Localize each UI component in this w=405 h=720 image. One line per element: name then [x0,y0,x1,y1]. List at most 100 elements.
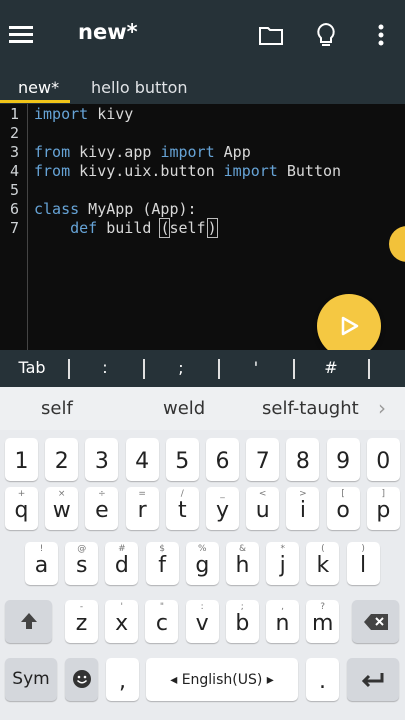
key-v[interactable]: :v [185,600,219,643]
key-c-label: c [155,611,168,636]
key-m-label: m [311,611,334,636]
key-a[interactable]: ! a [25,542,58,585]
key-3[interactable]: 3 [85,438,119,481]
keyword: import [223,162,278,180]
divider [143,359,145,379]
key-x[interactable]: ' x [105,600,139,643]
key-s[interactable]: @ s [65,542,99,585]
key-1[interactable]: 1 [5,438,38,481]
key-0[interactable]: 0 [366,438,400,481]
matched-bracket: ) [206,218,218,238]
key-m[interactable]: ? m [306,600,340,643]
key-g[interactable]: % g [185,542,219,585]
key-n[interactable]: ,n [266,600,299,643]
code-text: kivy [88,105,134,123]
key-o[interactable]: [o [326,487,360,530]
period-key[interactable]: . [306,658,339,701]
key-c[interactable]: " c [145,600,179,643]
key-o-label: o [336,498,350,523]
code-text: App [214,143,251,161]
key-6[interactable]: 6 [206,438,239,481]
key-7[interactable]: 7 [246,438,280,481]
key-i[interactable]: > i [286,487,320,530]
key-q-label: q [14,498,29,523]
sym-key[interactable]: Sym [5,658,57,701]
key-q[interactable]: + q [5,487,38,530]
symbol-key-quote[interactable]: ' [241,358,271,377]
divider [68,359,70,379]
key-p[interactable]: ] p [366,487,400,530]
line-number: 5 [10,181,20,199]
key-u-label: u [255,498,270,523]
keyword: from [34,143,71,161]
key-e[interactable]: ÷ e [85,487,119,530]
more-vert-icon[interactable] [366,20,396,50]
key-d[interactable]: # d [105,542,139,585]
key-8-label: 8 [295,449,310,474]
key-j[interactable]: * j [266,542,300,585]
code-line-1: import kivy [34,105,133,123]
line-number: 2 [10,124,20,142]
symbol-key-hash[interactable]: # [316,358,346,377]
suggestion-item[interactable]: self-taught [262,398,359,419]
key-l[interactable]: ) l [346,542,380,585]
key-7-label: 7 [255,449,270,474]
run-button[interactable] [317,294,381,358]
app-bar: new* [0,0,405,70]
divider [218,359,220,379]
keyword: import [34,105,89,123]
key-z-label: z [75,611,88,636]
key-k[interactable]: (k [306,542,340,585]
emoji-icon [65,669,98,695]
key-p-label: p [376,498,391,523]
backspace-key[interactable] [352,600,399,643]
key-r[interactable]: = r [125,487,159,530]
key-y[interactable]: _ y [206,487,239,530]
chevron-right-icon: ▸ [262,672,274,688]
key-w-label: w [52,498,71,523]
lightbulb-icon[interactable] [311,20,341,50]
key-b-label: b [235,611,250,636]
key-t[interactable]: / t [165,487,199,530]
shift-key[interactable] [5,600,52,643]
space-key-label: English(US) [181,672,263,688]
key-9[interactable]: 9 [326,438,360,481]
play-icon [341,316,359,336]
key-y-label: y [215,498,230,523]
soft-keyboard: Sym , ◂ English(US) ▸ . 1 2 3 4 5 6 7 8 9 0 + q × w ÷ e… [0,430,405,720]
hamburger-menu-icon[interactable] [6,20,36,50]
suggestion-item[interactable]: weld [163,398,205,419]
key-k-label: k [316,553,330,578]
key-2[interactable]: 2 [45,438,79,481]
key-h[interactable]: & h [226,542,259,585]
key-h-label: h [235,553,250,578]
code-line-3: from kivy.app import App [34,143,251,161]
key-z[interactable]: -z [65,600,98,643]
key-f-label: f [158,553,166,578]
symbol-key-colon[interactable]: : [90,358,120,377]
key-r-label: r [137,498,147,523]
folder-icon[interactable] [256,20,286,50]
key-w[interactable]: × w [45,487,79,530]
key-f[interactable]: $ f [145,542,179,585]
keyword: class [34,200,80,218]
comma-key[interactable]: , [106,658,139,701]
file-tabs: new* hello button [0,70,405,104]
tab-new[interactable]: new* [18,78,59,97]
chevron-right-icon[interactable]: › [378,396,386,420]
symbol-key-semicolon[interactable]: ; [166,358,196,377]
key-8[interactable]: 8 [286,438,320,481]
symbol-key-tab[interactable]: Tab [10,358,54,377]
suggestion-item[interactable]: self [41,398,73,419]
line-number-gutter: 1 2 3 4 5 6 7 [0,104,28,350]
space-key[interactable]: ◂ English(US) ▸ [146,658,298,701]
key-v-label: v [195,611,209,636]
tab-hello-button[interactable]: hello button [91,78,188,97]
emoji-key[interactable] [65,658,98,701]
enter-key[interactable] [347,658,399,701]
key-1-label: 1 [14,449,29,474]
key-4[interactable]: 4 [125,438,159,481]
key-5[interactable]: 5 [165,438,199,481]
key-b[interactable]: ; b [225,600,259,643]
key-u[interactable]: < u [246,487,280,530]
